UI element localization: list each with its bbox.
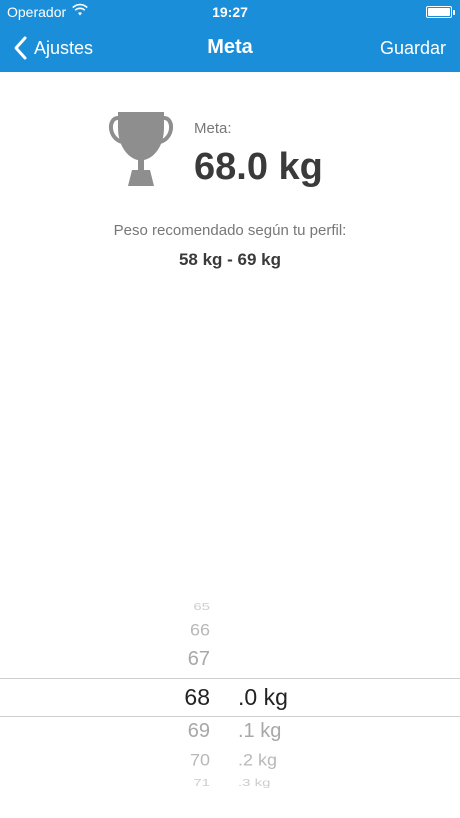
weight-whole-option[interactable]: 66 xyxy=(150,617,210,644)
goal-value: 68.0 kg xyxy=(194,146,323,188)
recommended-range: 58 kg - 69 kg xyxy=(178,250,282,269)
recommendation-text: Peso recomendado según tu perfil: xyxy=(113,222,347,239)
weight-whole-option[interactable]: 65 xyxy=(150,597,210,618)
navigation-bar: Ajustes Meta Guardar xyxy=(0,24,460,72)
weight-decimal-option[interactable]: .3 kg xyxy=(238,773,318,794)
weight-picker[interactable]: 65 66 67 68 69 70 71 .0 kg .1 kg .2 kg .3 kg xyxy=(0,590,460,800)
status-bar: Operador 19:27 xyxy=(0,0,460,24)
battery-icon xyxy=(426,6,455,18)
goal-label: Meta: xyxy=(194,120,232,137)
save-button[interactable]: Guardar xyxy=(380,38,446,59)
weight-whole-option[interactable]: 67 xyxy=(150,644,210,674)
trophy-icon xyxy=(109,112,173,186)
weight-whole-option[interactable]: 70 xyxy=(150,747,210,774)
weight-whole-option[interactable]: 69 xyxy=(150,716,210,746)
picker-selection-bottom-line xyxy=(0,716,460,717)
status-time: 19:27 xyxy=(212,4,248,20)
weight-decimal-option[interactable]: .2 kg xyxy=(238,747,318,774)
weight-whole-option[interactable]: 71 xyxy=(150,773,210,794)
weight-whole-option[interactable]: 68 xyxy=(150,682,210,712)
weight-decimal-option[interactable]: .0 kg xyxy=(238,682,318,712)
weight-decimal-option[interactable]: .1 kg xyxy=(238,716,318,746)
picker-selection-top-line xyxy=(0,678,460,679)
